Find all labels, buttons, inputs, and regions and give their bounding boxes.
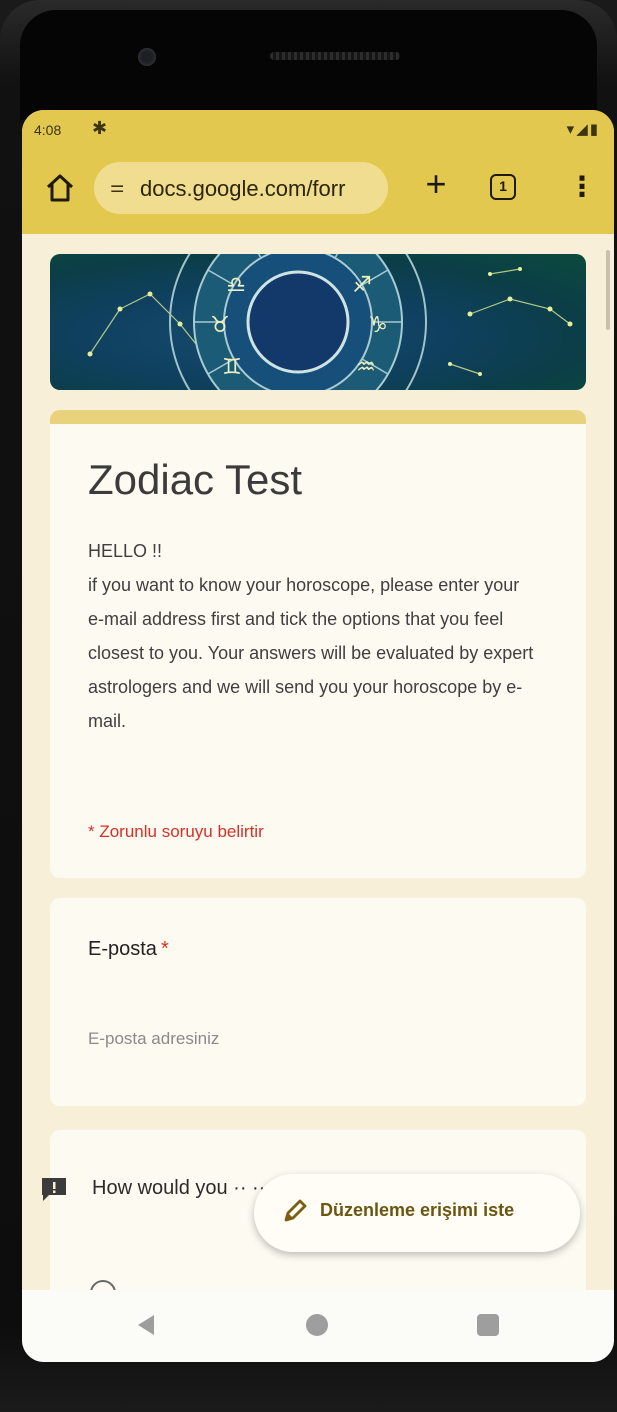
back-icon[interactable] [134, 1312, 158, 1338]
new-tab-button[interactable]: + [416, 164, 456, 208]
address-bar-row: ⚌ docs.google.com/forr + 1 ⋮ [22, 154, 614, 224]
phone-frame: 4:08 ✱ ▾◢▮ ⚌ docs.google.com/forr + 1 ⋮ [0, 0, 617, 1412]
email-label: E-posta * [88, 938, 169, 961]
recent-apps-icon[interactable] [477, 1314, 499, 1336]
email-input[interactable] [88, 1022, 418, 1056]
form-description: HELLO !! if you want to know your horosc… [88, 541, 534, 731]
front-camera [138, 48, 156, 66]
site-settings-icon[interactable]: ⚌ [110, 177, 124, 197]
status-time: 4:08 [34, 122, 62, 138]
scrollbar-thumb[interactable] [606, 250, 610, 330]
header-banner-image: ♍♌ ♎♐ ♉♑ ♊♒ [50, 254, 586, 390]
system-nav-bar [22, 1290, 614, 1362]
tab-switcher-button[interactable]: 1 [490, 174, 516, 200]
form-header-card: Zodiac Test HELLO !! if you want to know… [50, 410, 586, 878]
settings-icon: ✱ [92, 118, 108, 138]
home-icon[interactable] [42, 170, 78, 206]
screen: 4:08 ✱ ▾◢▮ ⚌ docs.google.com/forr + 1 ⋮ [22, 110, 614, 1362]
form-title: Zodiac Test [88, 456, 302, 503]
email-label-text: E-posta [88, 938, 157, 960]
request-edit-access-label: Düzenleme erişimi iste [320, 1200, 515, 1220]
status-icons: ▾◢▮ [566, 121, 600, 138]
svg-text:♑: ♑ [368, 313, 388, 338]
email-question-card: E-posta * [50, 898, 586, 1106]
url-field[interactable]: ⚌ docs.google.com/forr [94, 162, 388, 214]
browser-toolbar: 4:08 ✱ ▾◢▮ ⚌ docs.google.com/forr + 1 ⋮ [22, 110, 614, 234]
feedback-icon[interactable] [40, 1176, 68, 1202]
required-note: * Zorunlu soruyu belirtir [88, 822, 264, 841]
svg-text:♉: ♉ [210, 313, 230, 338]
required-asterisk: * [160, 938, 169, 960]
svg-text:♎: ♎ [226, 273, 246, 298]
url-text: docs.google.com/forr [140, 176, 346, 201]
home-nav-icon[interactable] [306, 1314, 328, 1336]
phone-bezel [20, 10, 597, 120]
svg-text:♒: ♒ [356, 355, 376, 380]
svg-text:♐: ♐ [352, 273, 372, 298]
overflow-menu-icon[interactable]: ⋮ [568, 170, 596, 206]
svg-text:♊: ♊ [222, 355, 242, 380]
status-bar: 4:08 ✱ ▾◢▮ [22, 110, 614, 150]
pencil-icon [280, 1196, 310, 1226]
request-edit-access-button[interactable]: Düzenleme erişimi iste [254, 1174, 580, 1252]
earpiece-speaker [270, 52, 400, 60]
